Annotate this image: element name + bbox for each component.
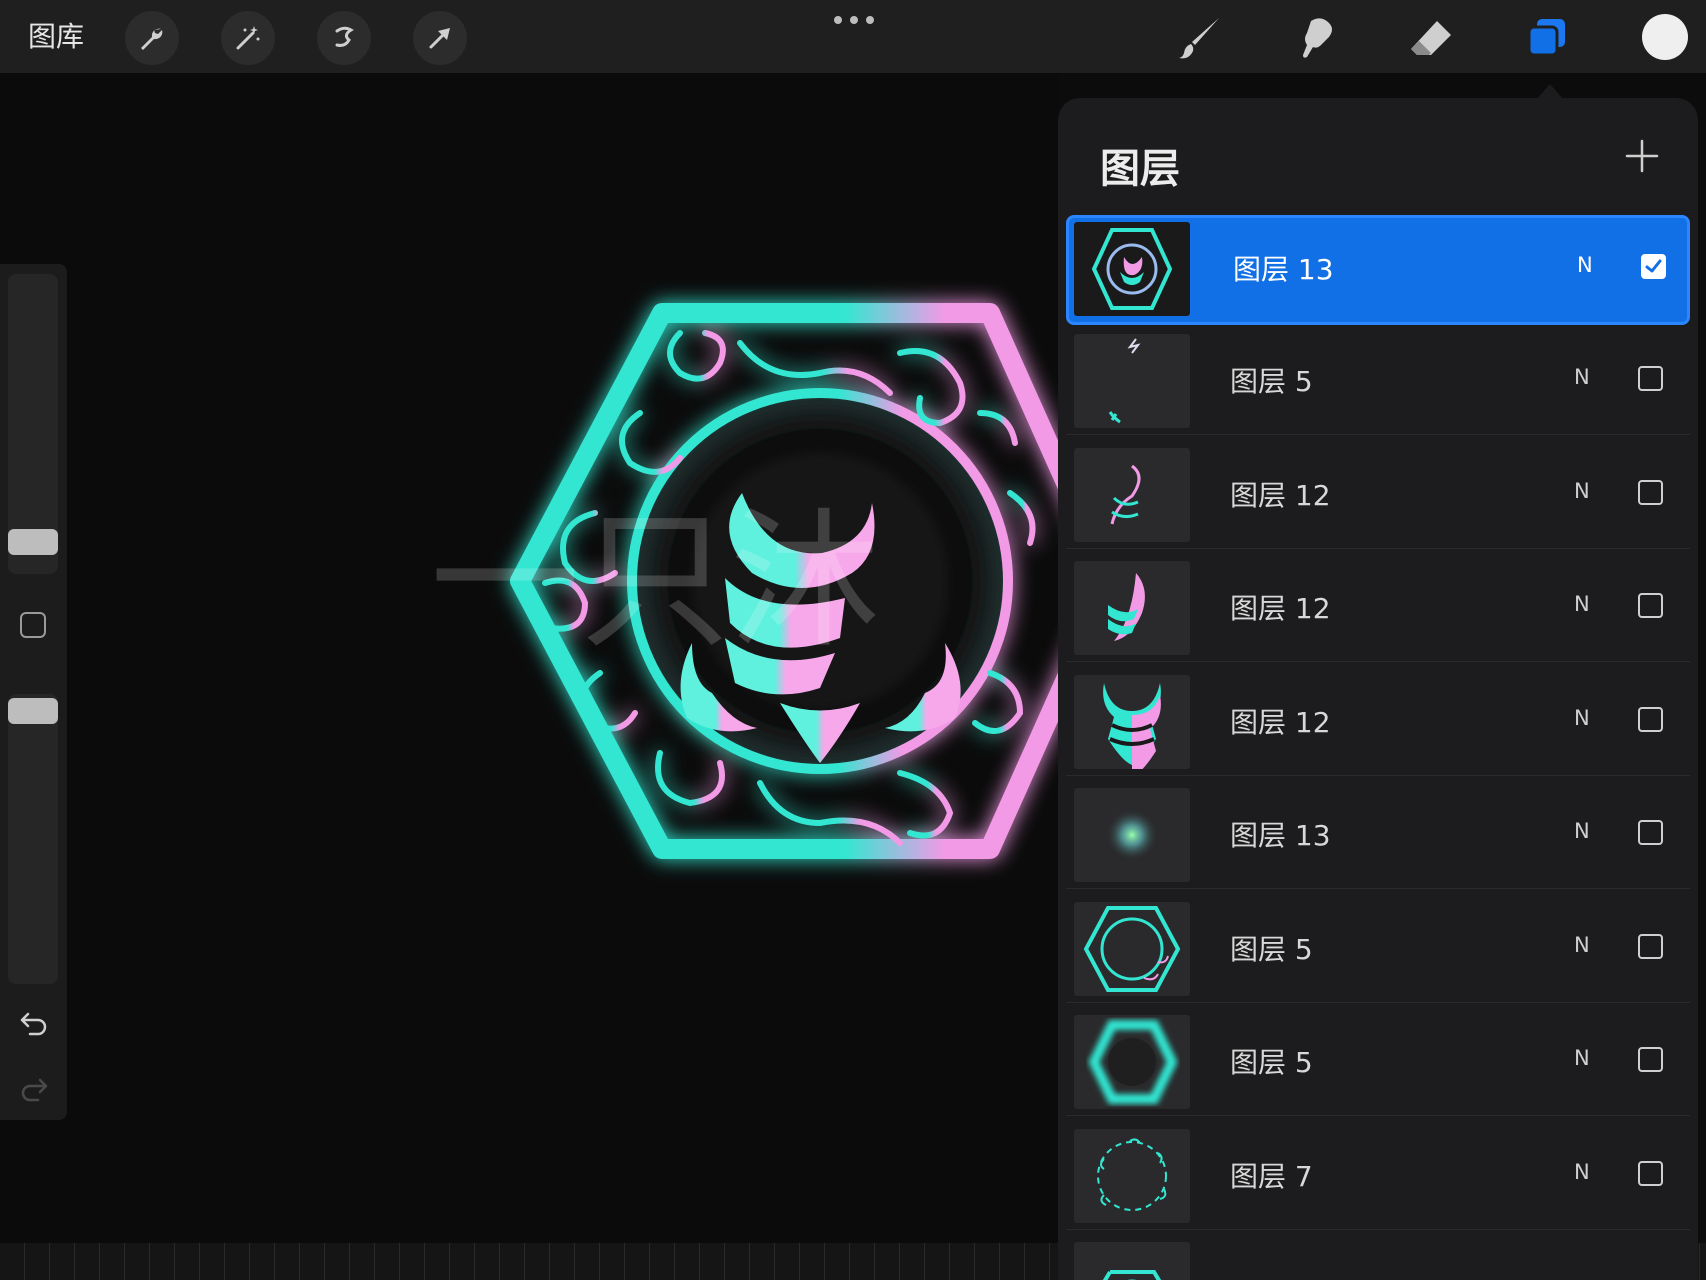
blend-mode[interactable]: N xyxy=(1574,592,1590,616)
layers-icon[interactable] xyxy=(1520,10,1576,66)
visibility-checkbox[interactable] xyxy=(1638,934,1663,959)
drawing-canvas[interactable]: 一只沐 xyxy=(0,73,1060,1243)
left-sidebar xyxy=(0,264,67,1120)
layer-row[interactable]: 图层 5 N xyxy=(1066,1008,1690,1116)
watermark-text: 一只沐 xyxy=(430,495,880,669)
layer-row[interactable]: 图层 5 N xyxy=(1066,327,1690,435)
layer-thumbnail xyxy=(1074,1015,1190,1109)
layer-thumbnail xyxy=(1074,1242,1190,1280)
visibility-checkbox[interactable] xyxy=(1638,366,1663,391)
neon-emblem-artwork: 一只沐 xyxy=(430,303,1060,859)
layer-name: 图层 5 xyxy=(1230,1046,1313,1079)
brush-icon[interactable] xyxy=(1172,10,1228,66)
opacity-handle[interactable] xyxy=(8,698,58,724)
layer-thumbnail xyxy=(1074,1129,1190,1223)
layer-thumbnail xyxy=(1074,222,1190,316)
layer-name: 图层 13 xyxy=(1230,819,1331,852)
layer-row[interactable]: 图层 13 N xyxy=(1066,215,1690,325)
layer-thumbnail xyxy=(1074,561,1190,655)
color-picker[interactable] xyxy=(1642,14,1688,60)
add-layer-icon[interactable] xyxy=(1624,138,1660,174)
layer-row[interactable]: 图层 12 N xyxy=(1066,441,1690,549)
modify-button[interactable] xyxy=(20,612,46,638)
layer-name: 图层 5 xyxy=(1230,933,1313,966)
layer-row[interactable]: 图层 12 N xyxy=(1066,668,1690,776)
layer-name: 图层 7 xyxy=(1230,1160,1313,1193)
top-toolbar: 图库 xyxy=(0,0,1706,73)
visibility-checkbox[interactable] xyxy=(1641,254,1666,279)
layer-thumbnail xyxy=(1074,902,1190,996)
layer-row[interactable]: 图层 12 N xyxy=(1066,554,1690,662)
brush-size-handle[interactable] xyxy=(8,529,58,555)
layer-name: 图层 13 xyxy=(1233,253,1334,286)
blend-mode[interactable]: N xyxy=(1574,1046,1590,1070)
eraser-icon[interactable] xyxy=(1404,10,1460,66)
layer-thumbnail xyxy=(1074,675,1190,769)
layer-name: 图层 5 xyxy=(1230,365,1313,398)
blend-mode[interactable]: N xyxy=(1574,365,1590,389)
visibility-checkbox[interactable] xyxy=(1638,593,1663,618)
visibility-checkbox[interactable] xyxy=(1638,820,1663,845)
blend-mode[interactable]: N xyxy=(1577,253,1593,277)
blend-mode[interactable]: N xyxy=(1574,479,1590,503)
layer-row[interactable]: 图层 13 N xyxy=(1066,781,1690,889)
undo-icon[interactable] xyxy=(18,1006,50,1038)
layer-row[interactable]: 图层 7 N xyxy=(1066,1122,1690,1230)
smudge-icon[interactable] xyxy=(1288,10,1344,66)
transform-arrow-icon[interactable] xyxy=(413,11,467,65)
more-options-icon[interactable] xyxy=(834,16,874,28)
wrench-icon[interactable] xyxy=(125,11,179,65)
selection-icon[interactable] xyxy=(317,11,371,65)
visibility-checkbox[interactable] xyxy=(1638,1047,1663,1072)
layer-thumbnail xyxy=(1074,334,1190,428)
layer-name: 图层 12 xyxy=(1230,479,1331,512)
layer-row[interactable]: 图层 5 N xyxy=(1066,895,1690,1003)
gallery-button[interactable]: 图库 xyxy=(28,18,84,56)
blend-mode[interactable]: N xyxy=(1574,706,1590,730)
blend-mode[interactable]: N xyxy=(1574,1160,1590,1184)
layer-name: 图层 12 xyxy=(1230,592,1331,625)
visibility-checkbox[interactable] xyxy=(1638,1161,1663,1186)
layer-row[interactable] xyxy=(1066,1235,1690,1280)
layer-thumbnail xyxy=(1074,448,1190,542)
visibility-checkbox[interactable] xyxy=(1638,480,1663,505)
panel-title: 图层 xyxy=(1100,146,1180,192)
layer-thumbnail xyxy=(1074,788,1190,882)
blend-mode[interactable]: N xyxy=(1574,933,1590,957)
visibility-checkbox[interactable] xyxy=(1638,707,1663,732)
redo-icon[interactable] xyxy=(18,1072,50,1104)
blend-mode[interactable]: N xyxy=(1574,819,1590,843)
opacity-slider[interactable] xyxy=(8,694,58,984)
magic-wand-icon[interactable] xyxy=(221,11,275,65)
layers-panel: 图层 图层 13 N 图层 5 N 图层 12 N 图层 12 N 图层 12 … xyxy=(1058,98,1698,1280)
layer-name: 图层 12 xyxy=(1230,706,1331,739)
